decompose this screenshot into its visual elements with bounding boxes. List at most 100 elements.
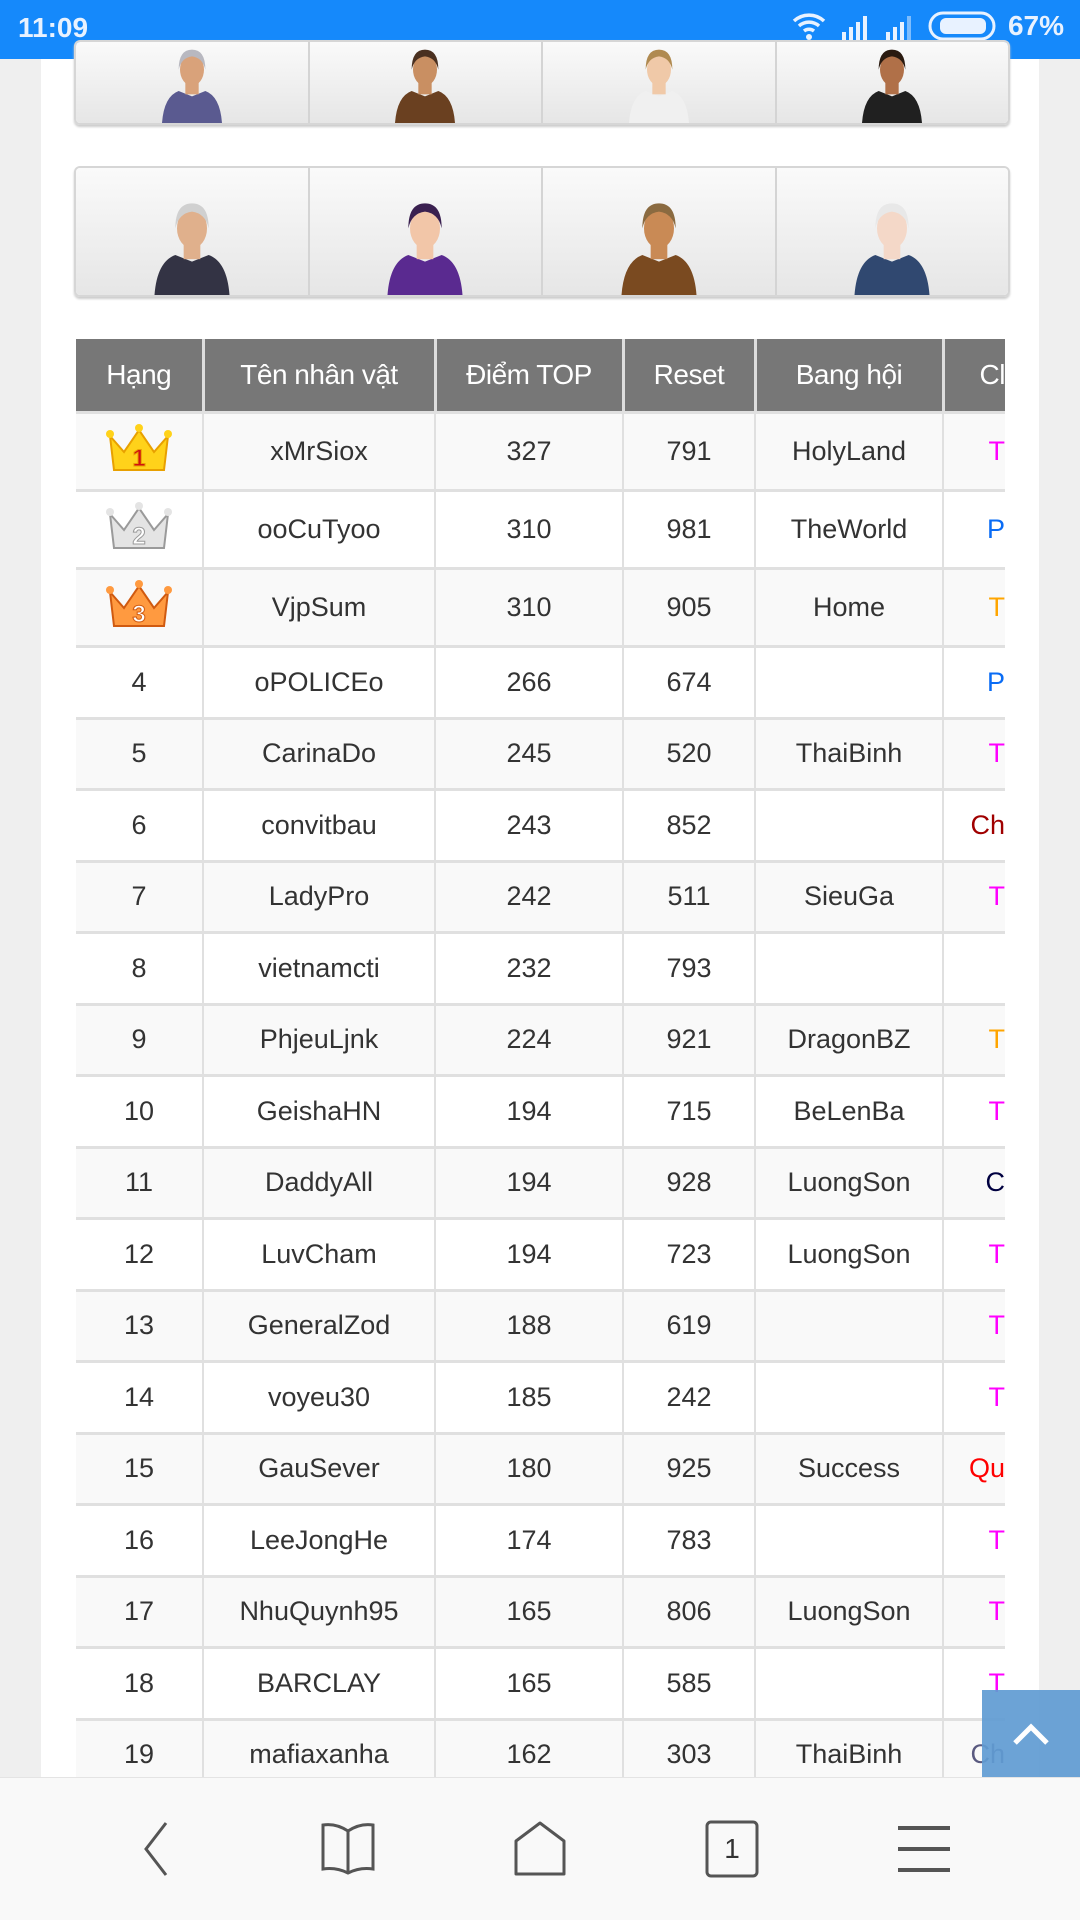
guild-cell: HolyLand xyxy=(755,412,944,492)
table-row[interactable]: 19mafiaxanha162303ThaiBinhCh xyxy=(76,1719,1005,1777)
character-name-cell[interactable]: ooCuTyoo xyxy=(203,490,436,570)
top-score-cell: 245 xyxy=(435,718,624,791)
bookmarks-button[interactable] xyxy=(303,1804,393,1894)
character-name-cell[interactable]: PhjeuLjnk xyxy=(203,1004,436,1077)
character-portrait xyxy=(854,203,930,295)
table-row[interactable]: 7 LadyPro 242 511 SieuGa T xyxy=(76,861,1005,934)
class-button-1[interactable] xyxy=(76,42,310,123)
reset-count-cell: 981 xyxy=(623,490,756,570)
reset-count-cell: 925 xyxy=(623,1433,756,1506)
guild-cell: ThaiBinh xyxy=(755,718,944,791)
character-name-cell[interactable]: convitbau xyxy=(203,789,436,863)
class-cell: Qu xyxy=(943,1433,1005,1506)
character-name-cell[interactable]: GauSever xyxy=(203,1433,436,1506)
rank-cell: 14 xyxy=(76,1361,204,1435)
guild-cell xyxy=(755,1361,944,1435)
character-name-cell[interactable]: CarinaDo xyxy=(203,718,436,791)
class-cell: Ch xyxy=(943,789,1005,863)
table-row[interactable]: 2 ooCuTyoo 310 981 TheWorld P xyxy=(76,490,1005,570)
character-name-cell[interactable]: BARCLAY xyxy=(203,1647,436,1721)
class-button-4[interactable] xyxy=(776,42,1008,123)
reset-count-cell: 905 xyxy=(623,568,756,648)
class-button-5[interactable] xyxy=(76,168,310,295)
top-score-cell: 194 xyxy=(435,1147,624,1220)
guild-cell: SieuGa xyxy=(755,861,944,934)
rank-cell: 7 xyxy=(76,861,204,934)
reset-count-cell: 674 xyxy=(623,646,756,720)
reset-count-cell: 806 xyxy=(623,1576,756,1649)
character-name-cell[interactable]: vietnamcti xyxy=(203,932,436,1006)
reset-count-cell: 793 xyxy=(623,932,756,1006)
table-row[interactable]: 1 xMrSiox 327 791 HolyLand T xyxy=(76,412,1005,492)
class-button-8[interactable] xyxy=(776,168,1008,295)
scroll-to-top-button[interactable] xyxy=(982,1690,1080,1777)
column-header: Hạng xyxy=(76,339,205,414)
menu-button[interactable] xyxy=(879,1804,969,1894)
table-row[interactable]: 10 GeishaHN 194 715 BeLenBa T xyxy=(76,1075,1005,1149)
rank-cell: 15 xyxy=(76,1433,204,1506)
class-button-2[interactable] xyxy=(309,42,543,123)
character-name-cell[interactable]: LuvCham xyxy=(203,1218,436,1292)
rank-cell: 16 xyxy=(76,1504,204,1578)
table-row[interactable]: 12 LuvCham 194 723 LuongSon T xyxy=(76,1218,1005,1292)
table-row[interactable]: 9 PhjeuLjnk 224 921 DragonBZ T xyxy=(76,1004,1005,1077)
character-name-cell[interactable]: VjpSum xyxy=(203,568,436,648)
class-cell: T xyxy=(943,1504,1005,1578)
character-name-cell[interactable]: DaddyAll xyxy=(203,1147,436,1220)
table-row[interactable]: 8 vietnamcti 232 793 xyxy=(76,932,1005,1006)
class-button-6[interactable] xyxy=(309,168,543,295)
table-row[interactable]: 15 GauSever 180 925 Success Qu xyxy=(76,1433,1005,1506)
character-name-cell[interactable]: LadyPro xyxy=(203,861,436,934)
character-name-cell[interactable]: mafiaxanha xyxy=(203,1719,436,1777)
top-score-cell: 310 xyxy=(435,568,624,648)
guild-cell: BeLenBa xyxy=(755,1075,944,1149)
rank-cell: 13 xyxy=(76,1290,204,1363)
table-row[interactable]: 17 NhuQuynh95 165 806 LuongSon T xyxy=(76,1576,1005,1649)
top-score-cell: 242 xyxy=(435,861,624,934)
rank-cell: 6 xyxy=(76,789,204,863)
character-name-cell[interactable]: oPOLICEo xyxy=(203,646,436,720)
back-icon xyxy=(144,1822,168,1876)
column-header: Cl xyxy=(943,339,1005,414)
back-button[interactable] xyxy=(111,1804,201,1894)
top-score-cell: 185 xyxy=(435,1361,624,1435)
table-row[interactable]: 14 voyeu30 185 242 T xyxy=(76,1361,1005,1435)
column-header: Bang hội xyxy=(755,339,945,414)
class-button-3[interactable] xyxy=(543,42,777,123)
class-cell: T xyxy=(943,412,1005,492)
character-name-cell[interactable]: xMrSiox xyxy=(203,412,436,492)
guild-cell: LuongSon xyxy=(755,1147,944,1220)
character-portrait xyxy=(395,49,456,123)
table-row[interactable]: 16 LeeJongHe 174 783 T xyxy=(76,1504,1005,1578)
guild-cell: LuongSon xyxy=(755,1576,944,1649)
reset-count-cell: 520 xyxy=(623,718,756,791)
top-score-cell: 310 xyxy=(435,490,624,570)
table-row[interactable]: 6 convitbau 243 852 Ch xyxy=(76,789,1005,863)
top-score-cell: 162 xyxy=(435,1719,624,1777)
table-row[interactable]: 18 BARCLAY 165 585 T xyxy=(76,1647,1005,1721)
character-name-cell[interactable]: LeeJongHe xyxy=(203,1504,436,1578)
top-score-cell: 194 xyxy=(435,1218,624,1292)
rank-cell: 11 xyxy=(76,1147,204,1220)
character-name-cell[interactable]: GeishaHN xyxy=(203,1075,436,1149)
table-row[interactable]: 13 GeneralZod 188 619 T xyxy=(76,1290,1005,1363)
battery-percent: 67% xyxy=(1007,10,1064,41)
character-portrait xyxy=(628,49,689,123)
character-name-cell[interactable]: voyeu30 xyxy=(203,1361,436,1435)
guild-cell xyxy=(755,1504,944,1578)
class-selector-row-1 xyxy=(74,40,1010,125)
class-button-7[interactable] xyxy=(543,168,777,295)
rank-cell: 18 xyxy=(76,1647,204,1721)
character-name-cell[interactable]: NhuQuynh95 xyxy=(203,1576,436,1649)
guild-cell xyxy=(755,646,944,720)
signal-icon xyxy=(841,16,867,40)
svg-text:2: 2 xyxy=(132,523,145,550)
home-button[interactable] xyxy=(495,1804,585,1894)
table-row[interactable]: 5 CarinaDo 245 520 ThaiBinh T xyxy=(76,718,1005,791)
class-cell: T xyxy=(943,718,1005,791)
table-row[interactable]: 3 VjpSum 310 905 Home T xyxy=(76,568,1005,648)
character-name-cell[interactable]: GeneralZod xyxy=(203,1290,436,1363)
table-row[interactable]: 4 oPOLICEo 266 674 P xyxy=(76,646,1005,720)
table-row[interactable]: 11 DaddyAll 194 928 LuongSon C xyxy=(76,1147,1005,1220)
tabs-button[interactable]: 1 xyxy=(687,1804,777,1894)
